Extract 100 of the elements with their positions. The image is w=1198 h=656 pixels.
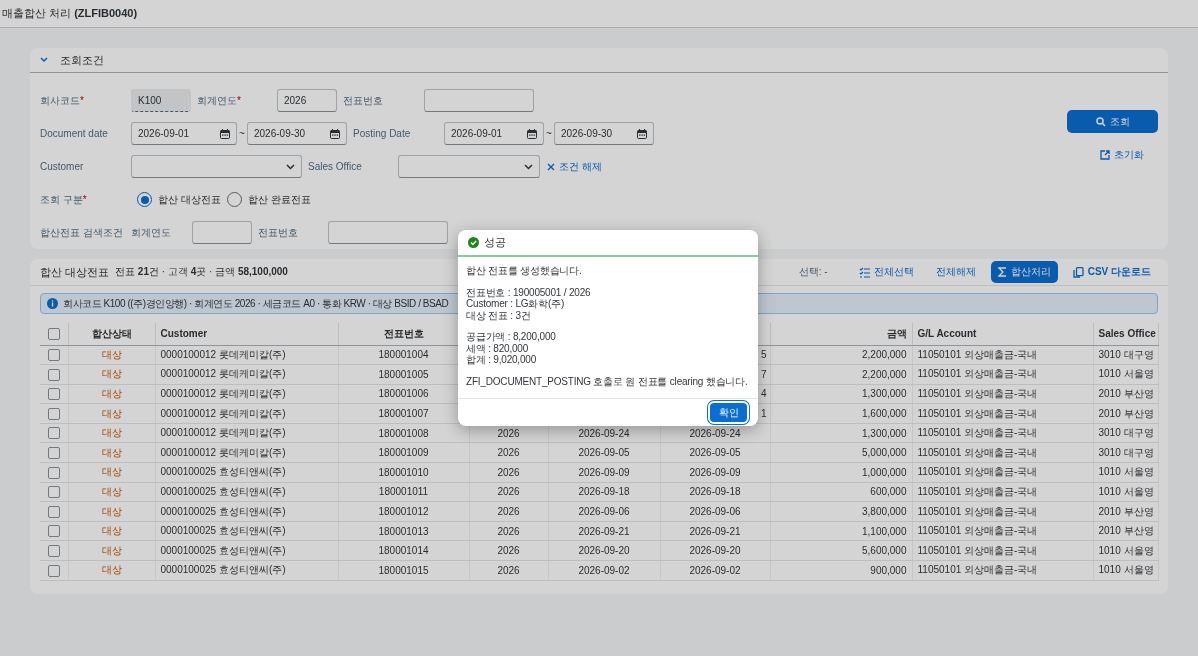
toolbar-button[interactable]: CSV 다운로드 <box>1065 261 1158 283</box>
checkbox[interactable] <box>47 564 60 577</box>
checkbox[interactable] <box>47 348 60 361</box>
checkbox[interactable] <box>47 505 60 518</box>
document-number-field[interactable] <box>424 89 534 112</box>
status-text: 대상 <box>101 388 122 399</box>
cell-text: 4 <box>760 388 767 400</box>
table-cell: 5,600,000 <box>770 540 912 561</box>
toolbar-button[interactable]: 전체선택 <box>851 261 921 283</box>
checkbox[interactable] <box>47 368 60 381</box>
checkbox[interactable] <box>47 427 60 440</box>
table-cell: 2026-09-05 <box>548 442 660 463</box>
column-header[interactable]: Customer <box>155 323 338 345</box>
table-cell: 2026-09-20 <box>660 540 770 561</box>
cell-text: 7 <box>760 368 767 380</box>
page-title: 매출합산 처리 (ZLFIB0040) <box>2 6 138 21</box>
status-text: 대상 <box>101 505 122 517</box>
column-header[interactable]: G/L Account <box>912 323 1093 345</box>
message-text: 합계 : 9,020,000 <box>466 354 537 366</box>
table-cell: 180001013 <box>338 521 469 541</box>
status-text: 대상 <box>101 525 122 537</box>
status-text: 대상 <box>101 544 122 556</box>
table-cell: 2026-09-02 <box>660 560 770 581</box>
field-label: 조회 구분* <box>40 192 88 207</box>
summary-text: 전표 21건 · 고객 4곳 · 금액 58,100,000 <box>115 265 288 279</box>
radio-button[interactable] <box>226 192 242 207</box>
search-button[interactable]: 조회 <box>1067 110 1158 133</box>
date-field[interactable]: 2026-09-01 <box>131 122 237 145</box>
column-header[interactable]: 합산상태 <box>68 323 155 345</box>
status-text: 대상 <box>101 348 122 360</box>
date-field[interactable]: 2026-09-30 <box>247 122 347 145</box>
table-cell: 3,800,000 <box>770 501 912 522</box>
checkbox[interactable] <box>47 407 60 420</box>
table-cell: 11050101 외상매출금-국내 <box>912 403 1093 424</box>
checkbox[interactable] <box>47 525 60 538</box>
table-cell: 2026-09-18 <box>548 482 660 502</box>
field-label: Posting Date <box>353 128 412 139</box>
toolbar-button[interactable]: 합산처리 <box>990 261 1058 283</box>
calendar-icon[interactable] <box>527 128 537 139</box>
table-cell: 0000100025 효성티앤씨(주) <box>155 540 338 561</box>
table-cell: 2010 부산영 <box>1093 403 1158 424</box>
clearing-year-field[interactable] <box>192 221 252 244</box>
table-cell: 11050101 외상매출금-국내 <box>912 501 1093 522</box>
table-cell: 180001010 <box>338 462 469 483</box>
table-cell: 2026-09-09 <box>548 462 660 483</box>
status-text: 대상 <box>101 407 122 419</box>
table-cell: 2026-09-21 <box>548 521 660 541</box>
column-header[interactable]: 금액 <box>770 323 912 345</box>
calendar-icon[interactable] <box>330 128 340 139</box>
message-text: 합산 전표를 생성했습니다. <box>466 265 582 277</box>
radio-option[interactable]: 합산 대상전표 <box>137 192 221 207</box>
table-cell: 180001009 <box>338 442 469 463</box>
reset-link[interactable]: 초기화 <box>1100 148 1144 162</box>
calendar-icon[interactable] <box>220 128 230 139</box>
clear-conditions-link[interactable]: 조건 해제 <box>547 159 602 174</box>
table-cell: 2010 부산영 <box>1093 384 1158 404</box>
clearing-document-field[interactable] <box>328 221 448 244</box>
calendar-icon[interactable] <box>637 128 647 139</box>
table-cell: 0000100012 롯데케미칼(주) <box>155 442 338 463</box>
close-icon <box>547 162 555 171</box>
table-cell: 11050101 외상매출금-국내 <box>912 482 1093 502</box>
table-cell: 11050101 외상매출금-국내 <box>912 540 1093 561</box>
field-label: Customer <box>40 161 85 172</box>
cell-text: 5 <box>760 349 767 361</box>
checkbox[interactable] <box>47 388 60 401</box>
fiscal-year-field[interactable]: 2026 <box>277 89 337 112</box>
table-cell: 3010 대구영 <box>1093 442 1158 463</box>
table-cell: 5,000,000 <box>770 442 912 463</box>
table-cell: 3010 대구영 <box>1093 345 1158 365</box>
table-cell: 1010 서울영 <box>1093 462 1158 483</box>
table-cell: 2026 <box>469 560 548 581</box>
selection-text: 선택: - <box>798 265 828 279</box>
toolbar-button[interactable]: 전체해제 <box>928 261 983 283</box>
table-cell: 11050101 외상매출금-국내 <box>912 462 1093 483</box>
checkbox[interactable] <box>47 446 60 459</box>
table-cell: 2026-09-21 <box>660 521 770 541</box>
radio-button[interactable] <box>137 192 152 207</box>
radio-option[interactable]: 합산 완료전표 <box>226 192 311 207</box>
chevron-down-icon[interactable] <box>524 163 533 170</box>
table-cell: 2026 <box>469 501 548 522</box>
ok-button[interactable]: 확인 <box>710 403 747 422</box>
checkbox[interactable] <box>47 327 60 340</box>
table-cell: 0000100025 효성티앤씨(주) <box>155 482 338 502</box>
table-cell: 11050101 외상매출금-국내 <box>912 384 1093 404</box>
checkbox[interactable] <box>47 466 60 479</box>
company-code-field[interactable]: K100 <box>131 89 191 112</box>
date-field[interactable]: 2026-09-01 <box>444 122 544 145</box>
status-text: 대상 <box>101 368 122 380</box>
column-header[interactable]: Sales Office <box>1093 323 1158 345</box>
table-cell: 11050101 외상매출금-국내 <box>912 442 1093 463</box>
checkbox[interactable] <box>47 544 60 557</box>
chevron-down-icon[interactable] <box>286 163 295 170</box>
chevron-down-icon[interactable] <box>40 57 48 63</box>
table-cell: 11050101 외상매출금-국내 <box>912 560 1093 581</box>
table-cell: 0000100012 롯데케미칼(주) <box>155 364 338 385</box>
date-field[interactable]: 2026-09-30 <box>554 122 654 145</box>
table-cell: 2010 부산영 <box>1093 521 1158 541</box>
table-cell: 2026 <box>469 442 548 463</box>
table-cell: 2026-09-05 <box>660 442 770 463</box>
checkbox[interactable] <box>47 486 60 499</box>
